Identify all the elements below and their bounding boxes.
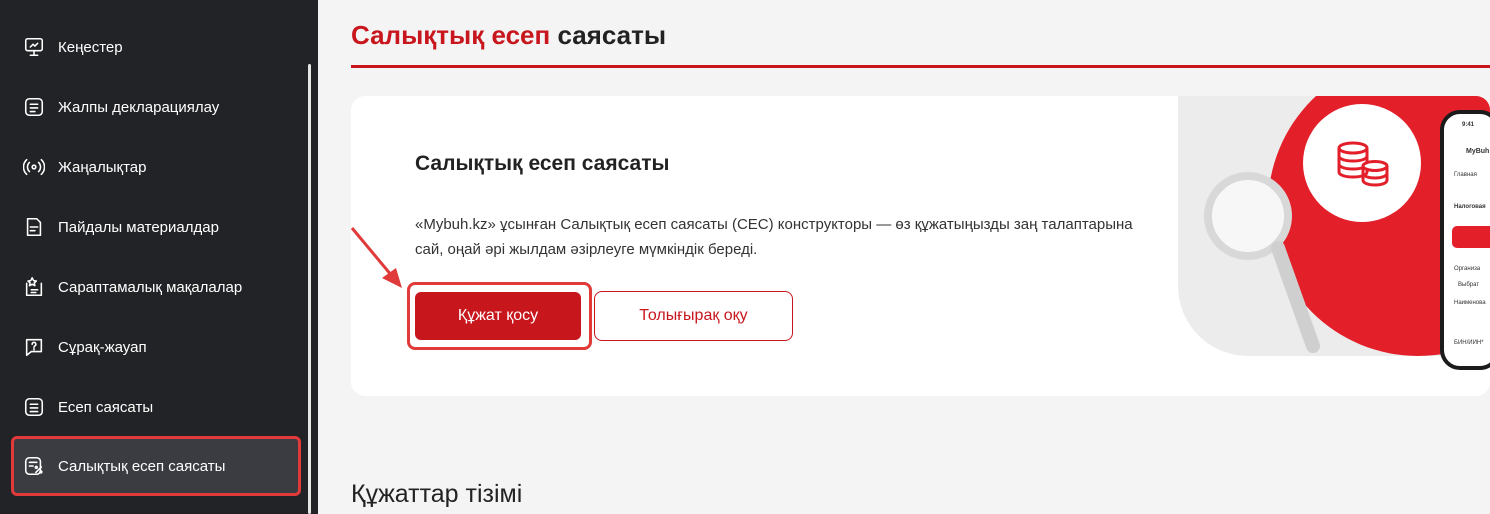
sidebar-item-label: Жалпы декларациялау — [58, 98, 220, 116]
question-icon — [22, 335, 46, 359]
documents-list-title: Құжаттар тізімі — [351, 480, 523, 508]
broadcast-icon — [22, 155, 46, 179]
phone-step-bar — [1452, 226, 1490, 248]
read-more-button[interactable]: Толығырақ оқу — [594, 291, 793, 341]
sidebar-item-label: Сараптамалық мақалалар — [58, 278, 243, 296]
coins-icon — [1337, 141, 1389, 187]
title-divider — [351, 65, 1490, 68]
phone-mockup: 9:41 MyBuh Главная Налоговая Организа Вы… — [1440, 110, 1490, 370]
sidebar: Кеңестер Жалпы декларациялау Жаңалықтар … — [0, 0, 318, 514]
presentation-icon — [22, 35, 46, 59]
sidebar-item-general-declaration[interactable]: Жалпы декларациялау — [12, 79, 300, 135]
tax-document-icon — [22, 454, 46, 478]
sidebar-item-tips[interactable]: Кеңестер — [12, 19, 300, 75]
star-document-icon — [22, 275, 46, 299]
illustration: 9:41 MyBuh Главная Налоговая Организа Вы… — [1178, 96, 1490, 370]
sidebar-scrollbar[interactable] — [308, 64, 311, 514]
phone-line: Налоговая — [1454, 204, 1486, 210]
page-title-rest: саясаты — [557, 20, 667, 50]
phone-line: Выбрат — [1458, 282, 1480, 288]
phone-line: Наименова — [1454, 300, 1486, 306]
sidebar-item-label: Пайдалы материалдар — [58, 218, 219, 236]
promo-card: Салықтық есеп саясаты «Mybuh.kz» ұсынған… — [351, 96, 1490, 396]
sidebar-item-expert-articles[interactable]: Сараптамалық мақалалар — [12, 259, 300, 315]
document-icon — [22, 215, 46, 239]
sidebar-item-label: Есеп саясаты — [58, 398, 154, 416]
sidebar-item-label: Жаңалықтар — [58, 158, 147, 176]
phone-line: БИН/ИИН* — [1454, 340, 1484, 346]
phone-line: Главная — [1454, 172, 1477, 178]
list-icon — [22, 95, 46, 119]
add-document-button[interactable]: Құжат қосу — [415, 292, 581, 340]
coins-bubble — [1303, 104, 1421, 222]
sidebar-item-label: Кеңестер — [58, 38, 123, 56]
sidebar-item-tax-accounting-policy[interactable]: Салықтық есеп саясаты — [12, 438, 300, 494]
sidebar-item-label: Салықтық есеп саясаты — [58, 457, 226, 475]
sidebar-item-useful-materials[interactable]: Пайдалы материалдар — [12, 199, 300, 255]
sidebar-item-accounting-policy[interactable]: Есеп саясаты — [12, 379, 300, 435]
card-description: «Mybuh.kz» ұсынған Салықтық есеп саясаты… — [415, 216, 1133, 258]
page-title-accent: Салықтық есеп — [351, 20, 551, 50]
phone-line: Организа — [1454, 266, 1481, 272]
card-title: Салықтық есеп саясаты — [415, 152, 670, 175]
sidebar-item-faq[interactable]: Сұрақ-жауап — [12, 319, 300, 375]
page-title: Салықтық есеп саясаты — [351, 20, 666, 51]
list-icon — [22, 395, 46, 419]
sidebar-item-news[interactable]: Жаңалықтар — [12, 139, 300, 195]
phone-brand: MyBuh — [1466, 148, 1490, 155]
main-content: Салықтық есеп саясаты Салықтық есеп саяс… — [318, 0, 1490, 514]
phone-time: 9:41 — [1462, 122, 1475, 128]
sidebar-item-label: Сұрақ-жауап — [58, 338, 147, 356]
